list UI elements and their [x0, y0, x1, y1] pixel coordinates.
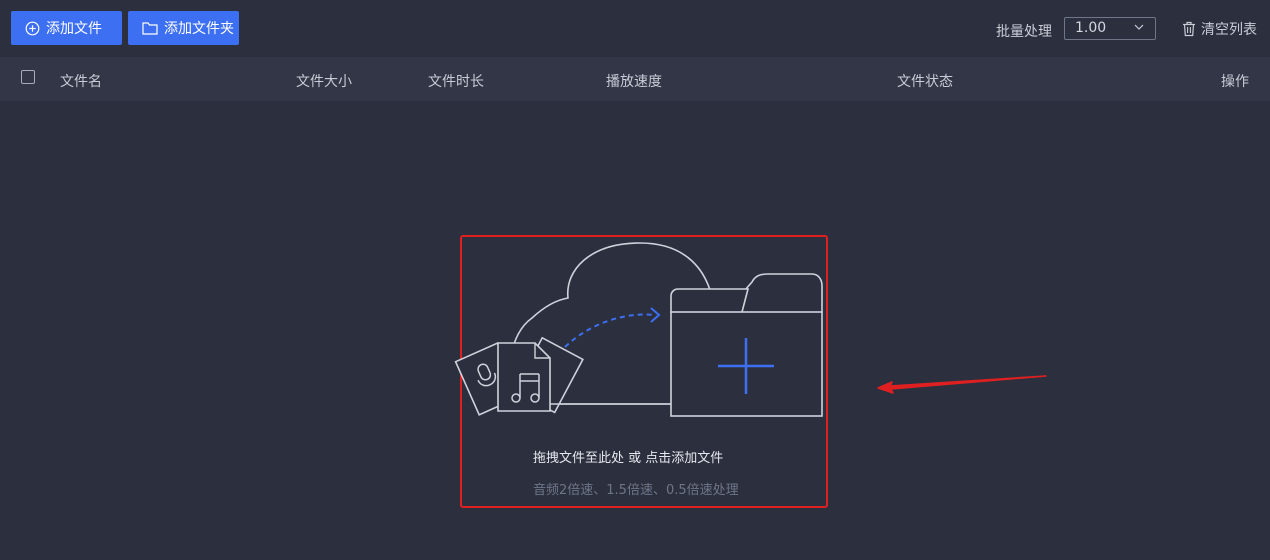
dashed-arrow-icon: [564, 307, 661, 348]
drop-instruction-text: 拖拽文件至此处 或 点击添加文件: [533, 451, 724, 466]
upload-illustration: [454, 242, 823, 417]
folder-plus-icon: [670, 273, 823, 417]
drop-hint-text: 音频2倍速、1.5倍速、0.5倍速处理: [533, 483, 739, 498]
